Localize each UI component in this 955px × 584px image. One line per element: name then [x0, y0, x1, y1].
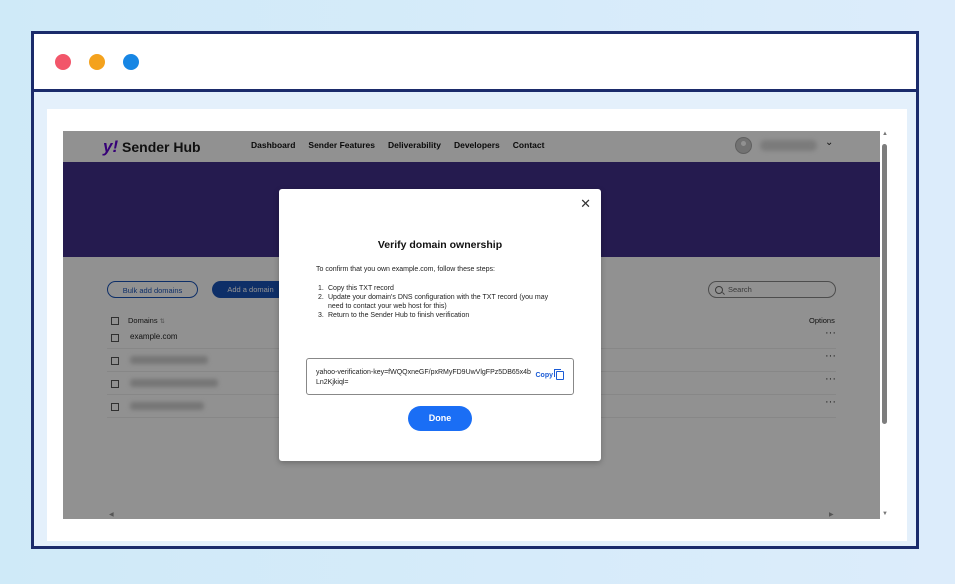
step-item: 1. Copy this TXT record	[318, 285, 394, 292]
scroll-up-arrow-icon[interactable]: ▲	[882, 131, 888, 137]
txt-record-value[interactable]: yahoo-verification-key=fWQQxneGF/pxRMyFD…	[316, 368, 531, 388]
scroll-left-arrow-icon[interactable]: ◀	[109, 511, 114, 518]
verify-domain-modal: ✕ Verify domain ownership To confirm tha…	[279, 189, 601, 461]
maximize-window-button[interactable]	[123, 54, 139, 70]
minimize-window-button[interactable]	[89, 54, 105, 70]
txt-record-field[interactable]: yahoo-verification-key=fWQQxneGF/pxRMyFD…	[306, 358, 574, 395]
step-item: 3. Return to the Sender Hub to finish ver…	[318, 312, 470, 319]
step-text: Return to the Sender Hub to finish verif…	[328, 312, 470, 319]
verification-steps: 1. Copy this TXT record 2. Update your dom…	[318, 284, 558, 320]
scroll-right-arrow-icon[interactable]: ▶	[829, 511, 834, 518]
copy-label: Copy	[535, 372, 554, 379]
modal-intro: To confirm that you own example.com, fol…	[316, 266, 495, 273]
step-text: Update your domain's DNS configuration w…	[328, 294, 549, 310]
vertical-scrollbar[interactable]: ▲ ▼	[880, 131, 890, 519]
scroll-down-arrow-icon[interactable]: ▼	[882, 511, 888, 517]
close-icon[interactable]: ✕	[580, 196, 591, 212]
copy-button[interactable]: Copy	[535, 369, 564, 380]
step-item: 2. Update your domain's DNS configuration…	[318, 293, 558, 311]
done-button[interactable]: Done	[408, 406, 472, 431]
close-window-button[interactable]	[55, 54, 71, 70]
modal-title: Verify domain ownership	[377, 239, 503, 251]
step-text: Copy this TXT record	[328, 285, 394, 292]
scrollbar-thumb[interactable]	[882, 144, 887, 424]
window-titlebar	[34, 34, 916, 92]
copy-icon	[554, 369, 564, 380]
